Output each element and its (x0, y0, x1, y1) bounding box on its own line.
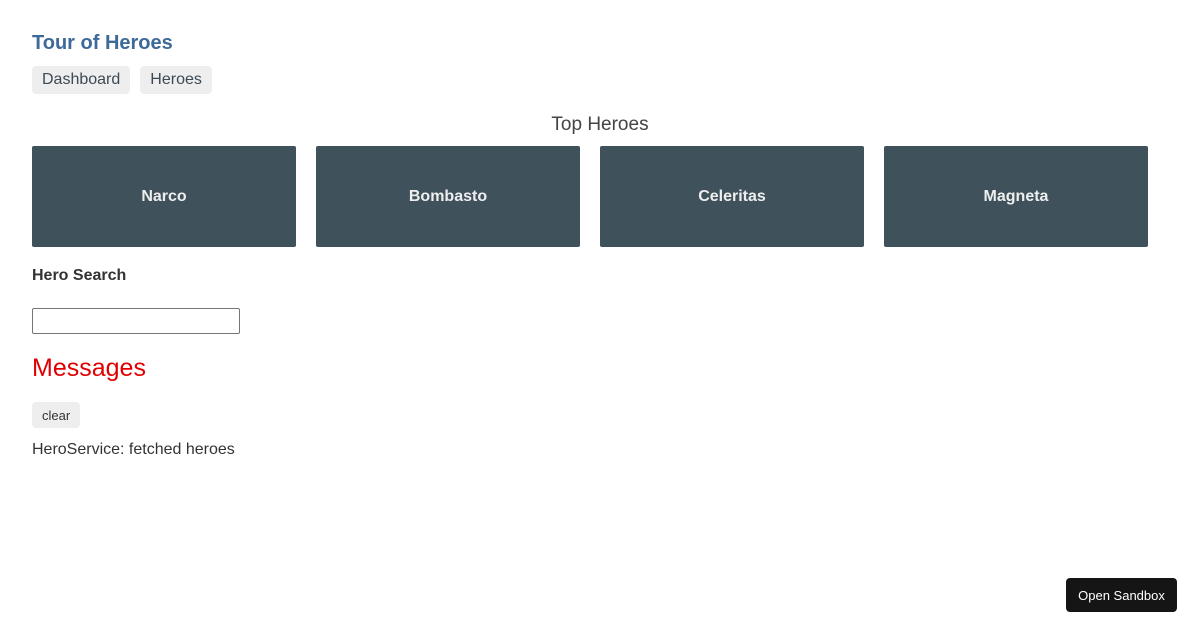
hero-card-bombasto[interactable]: Bombasto (316, 146, 580, 247)
messages-title: Messages (32, 354, 146, 382)
hero-search-title: Hero Search (32, 267, 127, 284)
app-title: Tour of Heroes (32, 32, 173, 54)
open-sandbox-button[interactable]: Open Sandbox (1066, 578, 1177, 612)
hero-card-magneta[interactable]: Magneta (884, 146, 1148, 247)
nav-dashboard-link[interactable]: Dashboard (32, 66, 131, 94)
top-heroes-title: Top Heroes (551, 114, 649, 135)
nav-heroes-link[interactable]: Heroes (140, 66, 212, 94)
main-nav: Dashboard Heroes (32, 66, 212, 94)
top-heroes-grid: Narco Bombasto Celeritas Magneta (32, 146, 1148, 247)
clear-messages-button[interactable]: clear (32, 402, 81, 428)
message-item: HeroService: fetched heroes (32, 441, 235, 458)
hero-card-narco[interactable]: Narco (32, 146, 296, 247)
hero-card-celeritas[interactable]: Celeritas (600, 146, 864, 247)
hero-search-input[interactable] (32, 308, 240, 334)
app-root: Tour of Heroes Dashboard Heroes Top Hero… (0, 0, 1200, 630)
